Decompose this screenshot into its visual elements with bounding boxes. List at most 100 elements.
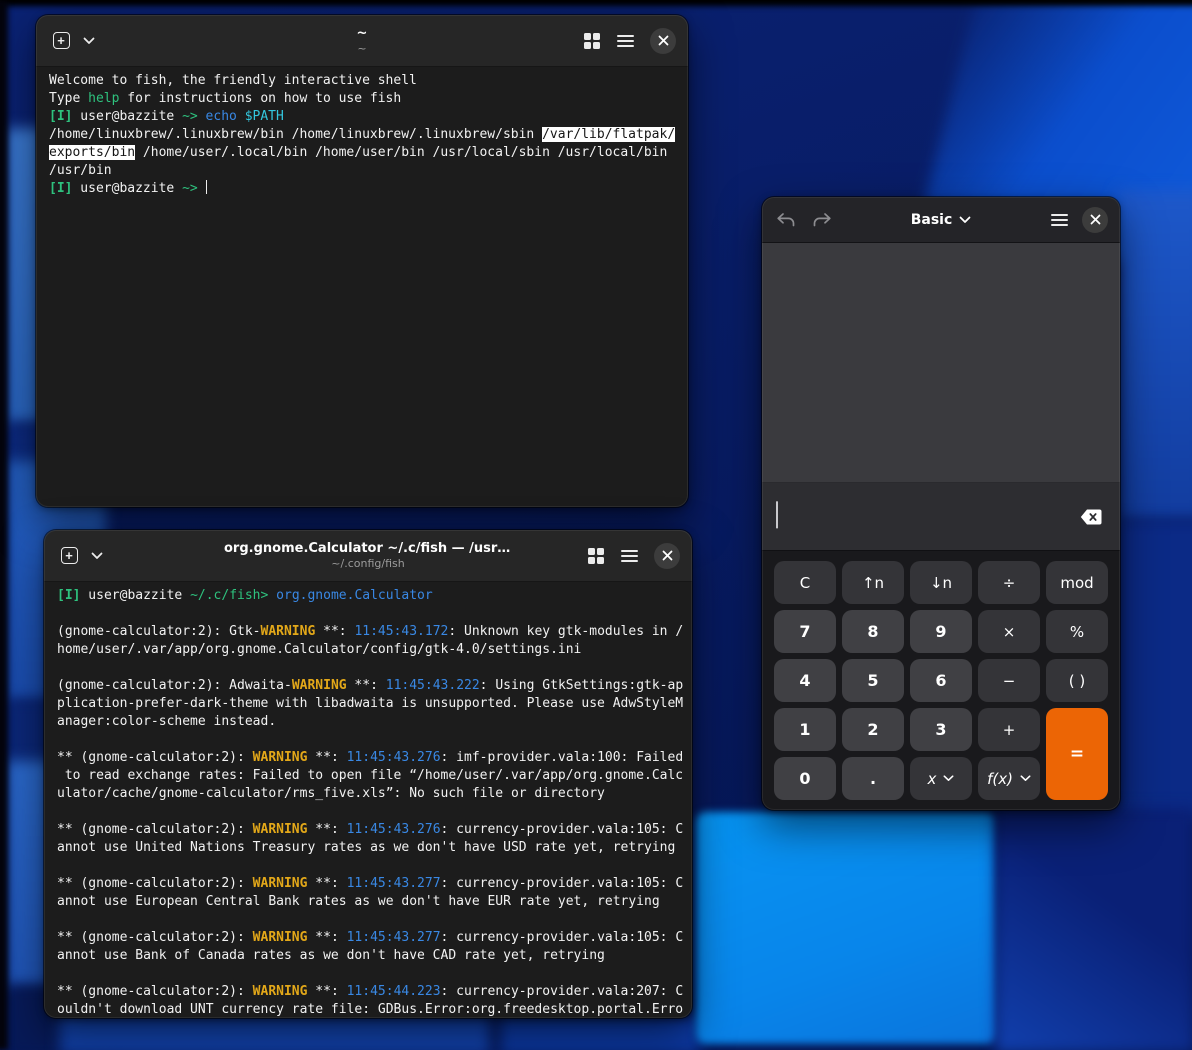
calculator-window: Basic C (762, 197, 1120, 810)
terminal-line: ulator/cache/gnome-calculator/rms_five.x… (57, 785, 680, 803)
key-label: 4 (799, 671, 810, 690)
backspace-icon (1080, 509, 1102, 525)
new-tab-button[interactable]: + (46, 26, 76, 56)
terminal-line: exports/bin /home/user/.local/bin /home/… (49, 144, 676, 162)
calc-key-multiply[interactable]: × (978, 610, 1040, 653)
calc-key-subtract[interactable]: − (978, 659, 1040, 702)
close-button[interactable] (654, 543, 680, 569)
text-cursor (776, 501, 778, 528)
calc-key-7[interactable]: 7 (774, 610, 836, 653)
calc-key-9[interactable]: 9 (910, 610, 972, 653)
menu-button[interactable] (1051, 213, 1068, 227)
terminal1-output[interactable]: Welcome to fish, the friendly interactiv… (36, 67, 688, 507)
wallpaper-shape (1118, 520, 1192, 820)
terminal-line (57, 911, 680, 929)
key-label: ÷ (1003, 574, 1016, 592)
terminal-line (57, 731, 680, 749)
terminal-line: anager:color-scheme instead. (57, 713, 680, 731)
terminal-line: to read exchange rates: Failed to open f… (57, 767, 680, 785)
terminal-line: (gnome-calculator:2): Adwaita-WARNING **… (57, 677, 680, 695)
tab-overview-button[interactable] (583, 32, 601, 50)
calc-key-0[interactable]: 0 (774, 757, 836, 800)
terminal-line: ** (gnome-calculator:2): WARNING **: 11:… (57, 749, 680, 767)
calc-key-3[interactable]: 3 (910, 708, 972, 751)
wallpaper-shape (696, 812, 996, 1044)
terminal-line: ** (gnome-calculator:2): WARNING **: 11:… (57, 875, 680, 893)
new-tab-button[interactable]: + (54, 541, 84, 571)
terminal-line: ** (gnome-calculator:2): WARNING **: 11:… (57, 983, 680, 1001)
close-button[interactable] (650, 28, 676, 54)
key-label: mod (1060, 574, 1093, 592)
calc-key-1[interactable]: 1 (774, 708, 836, 751)
calc-key-2[interactable]: 2 (842, 708, 904, 751)
arrow-redo-icon (812, 212, 832, 228)
terminal-line: ** (gnome-calculator:2): WARNING **: 11:… (57, 929, 680, 947)
terminal-line (57, 857, 680, 875)
calc-key-equals[interactable]: = (1046, 708, 1108, 800)
menu-button[interactable] (621, 549, 638, 563)
key-label: 3 (935, 720, 946, 739)
calc-key-percent[interactable]: % (1046, 610, 1108, 653)
backspace-button[interactable] (1076, 504, 1106, 530)
key-label: 6 (935, 671, 946, 690)
chevron-down-icon (83, 37, 95, 45)
terminal-line: home/user/.var/app/org.gnome.Calculator/… (57, 641, 680, 659)
key-label: 9 (935, 622, 946, 641)
terminal2-headerbar[interactable]: + org.gnome.Calculator ~/.c/fish — /usr/… (44, 530, 692, 582)
redo-button[interactable] (812, 212, 832, 228)
calc-key-8[interactable]: 8 (842, 610, 904, 653)
calculator-history (762, 243, 1120, 483)
terminal-window-2: + org.gnome.Calculator ~/.c/fish — /usr/… (44, 530, 692, 1018)
calculator-display[interactable] (762, 483, 1120, 551)
plus-square-icon: + (53, 32, 70, 49)
calc-key-parentheses[interactable]: ( ) (1046, 659, 1108, 702)
arrow-undo-icon (776, 212, 796, 228)
calc-key-modulus[interactable]: mod (1046, 561, 1108, 604)
hamburger-icon (1051, 213, 1068, 227)
terminal-line: /home/linuxbrew/.linuxbrew/bin /home/lin… (49, 126, 676, 144)
calc-key-5[interactable]: 5 (842, 659, 904, 702)
tab-dropdown-button[interactable] (78, 26, 100, 56)
key-label: ↓n (930, 574, 952, 592)
wallpaper-shape (1118, 190, 1192, 520)
wallpaper-shape (0, 0, 1192, 6)
terminal-line: annot use European Central Bank rates as… (57, 893, 680, 911)
wallpaper-shape (500, 1016, 700, 1050)
close-icon (662, 550, 673, 561)
terminal-window-1: + ~ ~ (36, 15, 688, 507)
calc-key-4[interactable]: 4 (774, 659, 836, 702)
calc-key-subscript[interactable]: ↓n (910, 561, 972, 604)
close-icon (1090, 214, 1101, 225)
key-label: 0 (799, 769, 810, 788)
terminal1-headerbar[interactable]: + ~ ~ (36, 15, 688, 67)
terminal-line: ouldn't download UNT currency rate file:… (57, 1001, 680, 1018)
tab-overview-button[interactable] (587, 547, 605, 565)
key-label: 5 (867, 671, 878, 690)
tab-dropdown-button[interactable] (86, 541, 108, 571)
calc-key-6[interactable]: 6 (910, 659, 972, 702)
terminal-line (57, 803, 680, 821)
key-label: ( ) (1069, 672, 1085, 690)
calc-key-decimal-point[interactable]: . (842, 757, 904, 800)
key-label: + (1003, 721, 1016, 739)
calc-key-variable-x[interactable]: x (910, 757, 972, 800)
hamburger-icon (617, 34, 634, 48)
calculator-headerbar[interactable]: Basic (762, 197, 1120, 243)
close-button[interactable] (1082, 207, 1108, 233)
menu-button[interactable] (617, 34, 634, 48)
calc-key-add[interactable]: + (978, 708, 1040, 751)
calc-key-function-fx[interactable]: f(x) (978, 757, 1040, 800)
terminal2-output[interactable]: [I] user@bazzite ~/.c/fish> org.gnome.Ca… (44, 582, 692, 1018)
window-subtitle: ~/.config/fish (224, 557, 512, 570)
terminal-line: [I] user@bazzite ~> echo $PATH (49, 108, 676, 126)
calc-key-superscript[interactable]: ↑n (842, 561, 904, 604)
window-title: org.gnome.Calculator ~/.c/fish — /usr/bi… (224, 541, 512, 556)
undo-button[interactable] (776, 212, 796, 228)
text-cursor (206, 180, 208, 194)
key-label: 7 (799, 622, 810, 641)
terminal-line: (gnome-calculator:2): Gtk-WARNING **: 11… (57, 623, 680, 641)
calc-key-divide[interactable]: ÷ (978, 561, 1040, 604)
window-title: ~ (216, 26, 508, 41)
calc-key-clear[interactable]: C (774, 561, 836, 604)
mode-selector-button[interactable]: Basic (911, 212, 972, 228)
